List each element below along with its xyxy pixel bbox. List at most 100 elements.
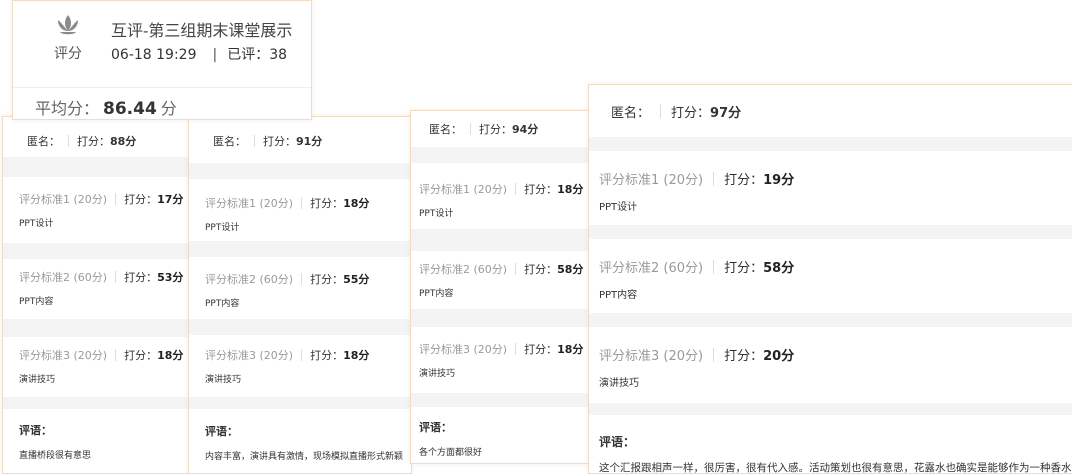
criterion-2: 评分标准2 (60分) 打分： 53分 PPT内容 [3, 269, 189, 307]
activity-meta: 06-18 19:29 | 已评：38 [111, 44, 287, 64]
total-score-label: 打分： [263, 135, 296, 148]
header-separator [68, 135, 69, 147]
rating-label: 评分 [54, 46, 82, 62]
divider-band [189, 319, 411, 335]
criterion-3: 评分标准3 (20分) 打分： 20分 演讲技巧 [589, 345, 1072, 389]
review-comment: 评语： 各个方面都很好 [411, 419, 589, 458]
criterion-score-label: 打分： [310, 197, 344, 210]
average-label: 平均分： [35, 99, 100, 118]
criterion-name: 评分标准3 (20分) [419, 343, 508, 356]
divider-band [411, 229, 589, 251]
criterion-name: 评分标准3 (20分) [599, 349, 704, 364]
criterion-name: 评分标准1 (20分) [19, 193, 108, 206]
criterion-separator [115, 349, 117, 361]
criterion-score: 18分 [157, 349, 184, 362]
total-score-label: 打分： [479, 123, 512, 136]
criterion-score-label: 打分： [524, 263, 558, 276]
criterion-score: 17分 [157, 193, 184, 206]
criterion-description: PPT内容 [205, 299, 240, 309]
criterion-separator [515, 343, 517, 355]
criterion-score-label: 打分： [724, 349, 764, 364]
activity-title: 互评-第三组期末课堂展示 [111, 21, 293, 40]
criterion-description: 演讲技巧 [599, 378, 639, 389]
criterion-3: 评分标准3 (20分) 打分： 18分 演讲技巧 [411, 341, 589, 379]
review-comment: 评语： 内容丰富，演讲具有激情，现场模拟直播形式新颖 [189, 423, 411, 462]
comment-text: 内容丰富，演讲具有激情，现场模拟直播形式新颖 [205, 452, 404, 462]
reviewed-count: 已评：38 [227, 47, 288, 63]
review-header: 匿名： 打分： 91分 [189, 131, 411, 151]
review-comment: 评语： 直播桥段很有意思 [3, 422, 189, 461]
criterion-name: 评分标准1 (20分) [599, 173, 704, 188]
criterion-score: 18分 [343, 197, 370, 210]
criterion-1: 评分标准1 (20分) 打分： 19分 PPT设计 [589, 169, 1072, 213]
divider-band [3, 397, 189, 409]
anonymous-label: 匿名： [213, 135, 246, 148]
comment-label: 评语： [419, 421, 452, 434]
review-header: 匿名： 打分： 88分 [3, 131, 189, 151]
criterion-description: 演讲技巧 [419, 369, 456, 379]
criterion-separator [713, 259, 715, 274]
divider-band [411, 147, 589, 163]
review-card: 匿名： 打分： 91分 评分标准1 (20分) 打分： 18分 PPT设计 评分标准2 … [188, 116, 412, 474]
comment-label: 评语： [19, 424, 52, 437]
divider-band [589, 225, 1072, 239]
criterion-name: 评分标准2 (60分) [205, 273, 294, 286]
meta-separator: | [212, 47, 218, 63]
criterion-score-label: 打分： [524, 183, 558, 196]
anonymous-label: 匿名： [429, 123, 462, 136]
criterion-name: 评分标准1 (20分) [205, 197, 294, 210]
divider-band [3, 243, 189, 259]
criterion-separator [115, 271, 117, 283]
criterion-score: 19分 [763, 173, 795, 188]
criterion-separator [301, 349, 303, 361]
divider-band [411, 309, 589, 327]
criterion-name: 评分标准2 (60分) [599, 261, 704, 276]
criterion-score: 20分 [763, 349, 795, 364]
criterion-description: PPT设计 [419, 209, 454, 219]
criterion-score: 18分 [557, 183, 584, 196]
review-card: 匿名： 打分： 97分 评分标准1 (20分) 打分： 19分 PPT设计 评分标准2 … [588, 84, 1072, 474]
divider-band [3, 319, 189, 337]
criterion-score: 58分 [763, 261, 795, 276]
criterion-description: PPT内容 [599, 290, 638, 301]
anonymous-label: 匿名： [27, 135, 60, 148]
total-score: 97分 [710, 105, 742, 121]
criterion-name: 评分标准2 (60分) [419, 263, 508, 276]
comment-text: 各个方面都很好 [419, 448, 483, 458]
divider-band [589, 137, 1072, 151]
activity-datetime: 06-18 19:29 [111, 47, 197, 63]
review-comment: 评语： 这个汇报跟相声一样，很厉害，很有代入感。活动策划也很有意思，花露水也确实… [589, 433, 1072, 473]
criterion-2: 评分标准2 (60分) 打分： 58分 PPT内容 [589, 257, 1072, 301]
criterion-description: PPT设计 [19, 219, 54, 229]
review-card: 匿名： 打分： 88分 评分标准1 (20分) 打分： 17分 PPT设计 评分标准2 … [2, 116, 190, 474]
criterion-score: 18分 [557, 343, 584, 356]
total-score: 91分 [296, 135, 323, 148]
criterion-score-label: 打分： [124, 193, 158, 206]
total-score-label: 打分： [671, 105, 711, 121]
criterion-name: 评分标准3 (20分) [205, 349, 294, 362]
divider-band [411, 393, 589, 407]
criterion-separator [301, 197, 303, 209]
review-header: 匿名： 打分： 94分 [411, 119, 589, 139]
criterion-separator [115, 193, 117, 205]
criterion-description: PPT设计 [205, 223, 240, 233]
criterion-score: 18分 [343, 349, 370, 362]
average-value: 86.44 [103, 99, 157, 119]
total-score: 88分 [110, 135, 137, 148]
criterion-2: 评分标准2 (60分) 打分： 55分 PPT内容 [189, 271, 411, 309]
criterion-1: 评分标准1 (20分) 打分： 18分 PPT设计 [411, 181, 589, 219]
criterion-description: PPT内容 [19, 297, 54, 307]
rating-icon-block: 评分 [43, 13, 93, 63]
criterion-description: 演讲技巧 [19, 375, 56, 385]
criterion-name: 评分标准2 (60分) [19, 271, 108, 284]
lotus-icon [43, 13, 93, 37]
criterion-description: 演讲技巧 [205, 375, 242, 385]
criterion-3: 评分标准3 (20分) 打分： 18分 演讲技巧 [3, 347, 189, 385]
criterion-separator [515, 183, 517, 195]
criterion-description: PPT设计 [599, 202, 638, 213]
criterion-score-label: 打分： [310, 273, 344, 286]
criterion-2: 评分标准2 (60分) 打分： 58分 PPT内容 [411, 261, 589, 299]
criterion-name: 评分标准1 (20分) [419, 183, 508, 196]
anonymous-label: 匿名： [611, 105, 651, 121]
divider-band [189, 397, 411, 409]
